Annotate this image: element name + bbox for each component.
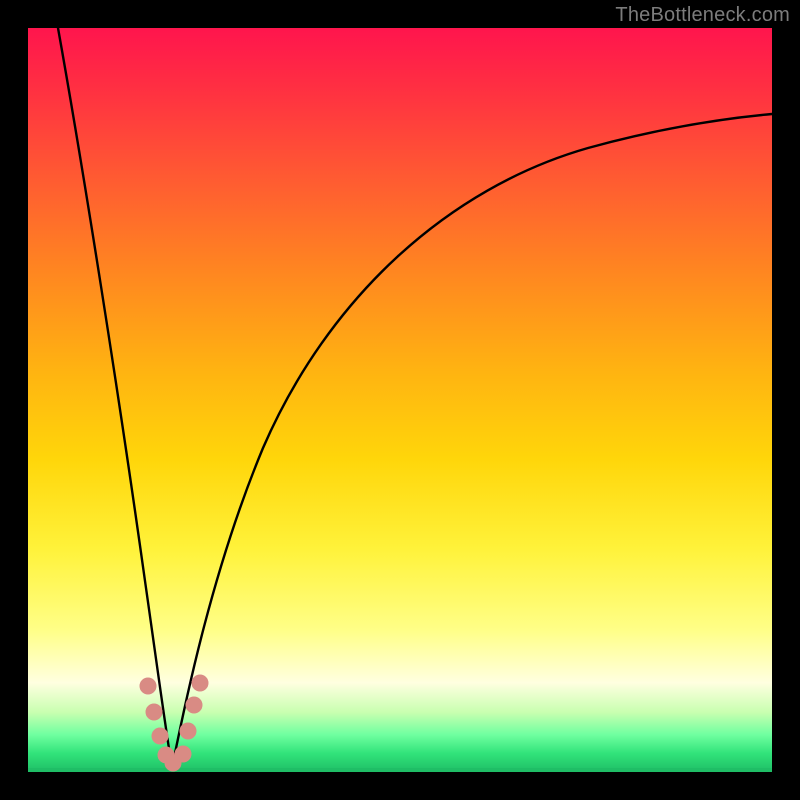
marker-dot [146, 704, 162, 720]
marker-dot [180, 723, 196, 739]
curves-svg [28, 28, 772, 772]
marker-dot [192, 675, 208, 691]
left-branch-curve [58, 28, 172, 768]
marker-dot [140, 678, 156, 694]
right-branch-curve [172, 114, 772, 768]
watermark-text: TheBottleneck.com [615, 4, 790, 27]
plot-area [28, 28, 772, 772]
marker-dot [152, 728, 168, 744]
marker-dot [186, 697, 202, 713]
marker-dot [175, 746, 191, 762]
chart-stage: TheBottleneck.com [0, 0, 800, 800]
marker-cluster [140, 675, 208, 771]
